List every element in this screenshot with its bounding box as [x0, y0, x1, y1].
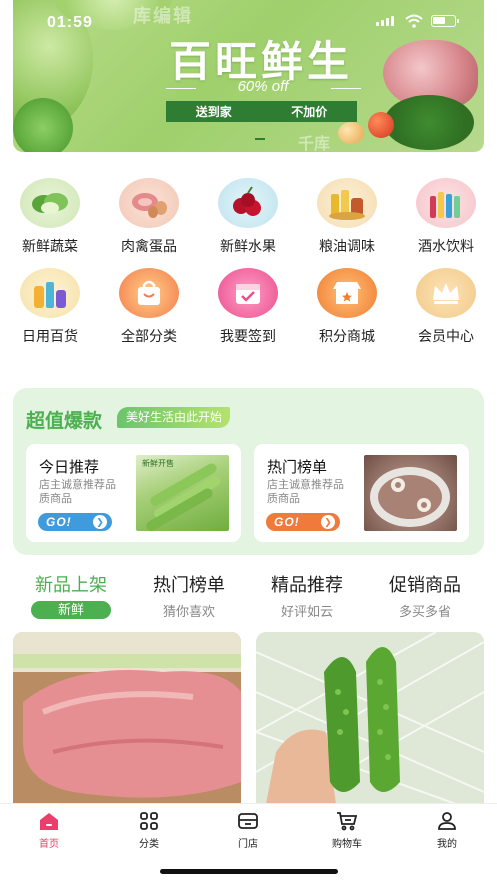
category-points-store[interactable]: 积分商城	[307, 268, 387, 346]
banner-badge-delivery: 送到家	[195, 105, 232, 119]
shopping-bag-icon	[119, 268, 179, 318]
tab-title: 热门榜单	[153, 575, 225, 595]
category-label: 积分商城	[319, 328, 375, 344]
home-indicator[interactable]	[160, 869, 338, 874]
deals-tagline: 美好生活由此开始	[117, 407, 231, 428]
nav-profile[interactable]: 我的	[412, 810, 482, 850]
category-label: 粮油调味	[319, 238, 375, 254]
category-label: 日用百货	[22, 328, 78, 344]
image-caption: 新鲜开售	[142, 458, 174, 468]
deal-card-today[interactable]: 今日推荐 店主诚意推荐品质商品 GO! ❯ 新鲜开售	[26, 444, 241, 542]
banner-discount: 60% off	[237, 78, 289, 95]
points-store-icon	[317, 268, 377, 318]
pork-image	[13, 632, 241, 804]
product-tabs: 新品上架 新鲜 热门榜单 猜你喜欢 精品推荐 好评如云 促销商品 多买多省	[0, 571, 497, 621]
meat-eggs-icon	[119, 178, 179, 228]
home-icon	[37, 810, 61, 832]
signal-icon	[376, 16, 394, 26]
go-button[interactable]: GO! ❯	[38, 513, 112, 531]
product-card-pork[interactable]	[13, 632, 241, 804]
banner-watermark-bottom: 千库	[298, 136, 331, 152]
grid-icon	[137, 810, 161, 832]
nav-label: 我的	[437, 839, 457, 850]
category-label: 全部分类	[121, 328, 177, 344]
category-drinks[interactable]: 酒水饮料	[406, 178, 486, 256]
banner-badges: 送到家 不加价	[166, 101, 357, 122]
battery-icon	[431, 15, 459, 27]
deal-card-hot[interactable]: 热门榜单 店主诚意推荐品质商品 GO! ❯	[254, 444, 469, 542]
user-icon	[435, 810, 459, 832]
onion-decoration	[338, 122, 364, 144]
category-meat[interactable]: 肉禽蛋品	[109, 178, 189, 256]
deals-title: 超值爆款	[26, 411, 103, 432]
crown-icon	[416, 268, 476, 318]
tab-subtitle: 多买多省	[398, 604, 451, 619]
category-fruit[interactable]: 新鲜水果	[208, 178, 288, 256]
status-bar: 01:59	[0, 0, 497, 44]
pork-bone-image	[364, 455, 457, 531]
category-label: 我要签到	[220, 328, 276, 344]
category-daily-goods[interactable]: 日用百货	[10, 268, 90, 346]
daily-goods-icon	[20, 268, 80, 318]
product-card-bitter-melon[interactable]	[256, 632, 484, 804]
tab-recommended[interactable]: 精品推荐 好评如云	[257, 571, 357, 620]
tab-hot[interactable]: 热门榜单 猜你喜欢	[139, 571, 239, 620]
tab-title: 促销商品	[389, 575, 461, 595]
banner-badge-noprice: 不加价	[291, 105, 328, 119]
category-all[interactable]: 全部分类	[109, 268, 189, 346]
deals-section: 超值爆款 美好生活由此开始 今日推荐 店主诚意推荐品质商品 GO! ❯ 新鲜开售 …	[13, 388, 484, 555]
arrow-right-icon: ❯	[93, 515, 107, 529]
nav-label: 分类	[139, 839, 159, 850]
status-time: 01:59	[47, 14, 93, 31]
deal-card-desc: 店主诚意推荐品质商品	[267, 479, 344, 505]
tab-subtitle: 好评如云	[280, 604, 333, 619]
bitter-melon-image	[256, 632, 484, 804]
calendar-checkin-icon	[218, 268, 278, 318]
category-checkin[interactable]: 我要签到	[208, 268, 288, 346]
wifi-icon	[405, 14, 423, 28]
category-label: 新鲜水果	[220, 238, 276, 254]
tab-title: 精品推荐	[271, 575, 343, 595]
category-label: 会员中心	[418, 328, 474, 344]
greens-decoration	[384, 95, 474, 150]
deal-card-desc: 店主诚意推荐品质商品	[39, 479, 116, 505]
nav-label: 购物车	[332, 839, 362, 850]
vegetables-icon	[20, 178, 80, 228]
arrow-right-icon: ❯	[321, 515, 335, 529]
nav-cart[interactable]: 购物车	[312, 810, 382, 850]
category-vegetables[interactable]: 新鲜蔬菜	[10, 178, 90, 256]
deal-card-title: 热门榜单	[267, 459, 328, 476]
category-member[interactable]: 会员中心	[406, 268, 486, 346]
tab-subtitle: 新鲜	[31, 601, 111, 619]
celery-image: 新鲜开售	[136, 455, 229, 531]
nav-category[interactable]: 分类	[114, 810, 184, 850]
drinks-icon	[416, 178, 476, 228]
tab-subtitle: 猜你喜欢	[162, 604, 215, 619]
plant-decoration	[13, 98, 73, 152]
fruit-icon	[218, 178, 278, 228]
tab-title: 新品上架	[35, 575, 107, 595]
nav-label: 门店	[238, 839, 258, 850]
banner-divider-right	[331, 88, 361, 89]
tomato-decoration	[368, 112, 394, 138]
store-icon	[236, 810, 260, 832]
category-label: 酒水饮料	[418, 238, 474, 254]
category-label: 肉禽蛋品	[121, 238, 177, 254]
nav-home[interactable]: 首页	[14, 810, 84, 850]
nav-label: 首页	[39, 839, 59, 850]
cart-icon	[335, 810, 359, 832]
category-label: 新鲜蔬菜	[22, 238, 78, 254]
banner-page-indicator	[255, 138, 265, 140]
go-button[interactable]: GO! ❯	[266, 513, 340, 531]
deal-card-title: 今日推荐	[39, 459, 100, 476]
grain-oil-icon	[317, 178, 377, 228]
nav-store[interactable]: 门店	[213, 810, 283, 850]
category-grain-oil[interactable]: 粮油调味	[307, 178, 387, 256]
tab-new[interactable]: 新品上架 新鲜	[21, 571, 121, 619]
tab-promotion[interactable]: 促销商品 多买多省	[375, 571, 475, 620]
